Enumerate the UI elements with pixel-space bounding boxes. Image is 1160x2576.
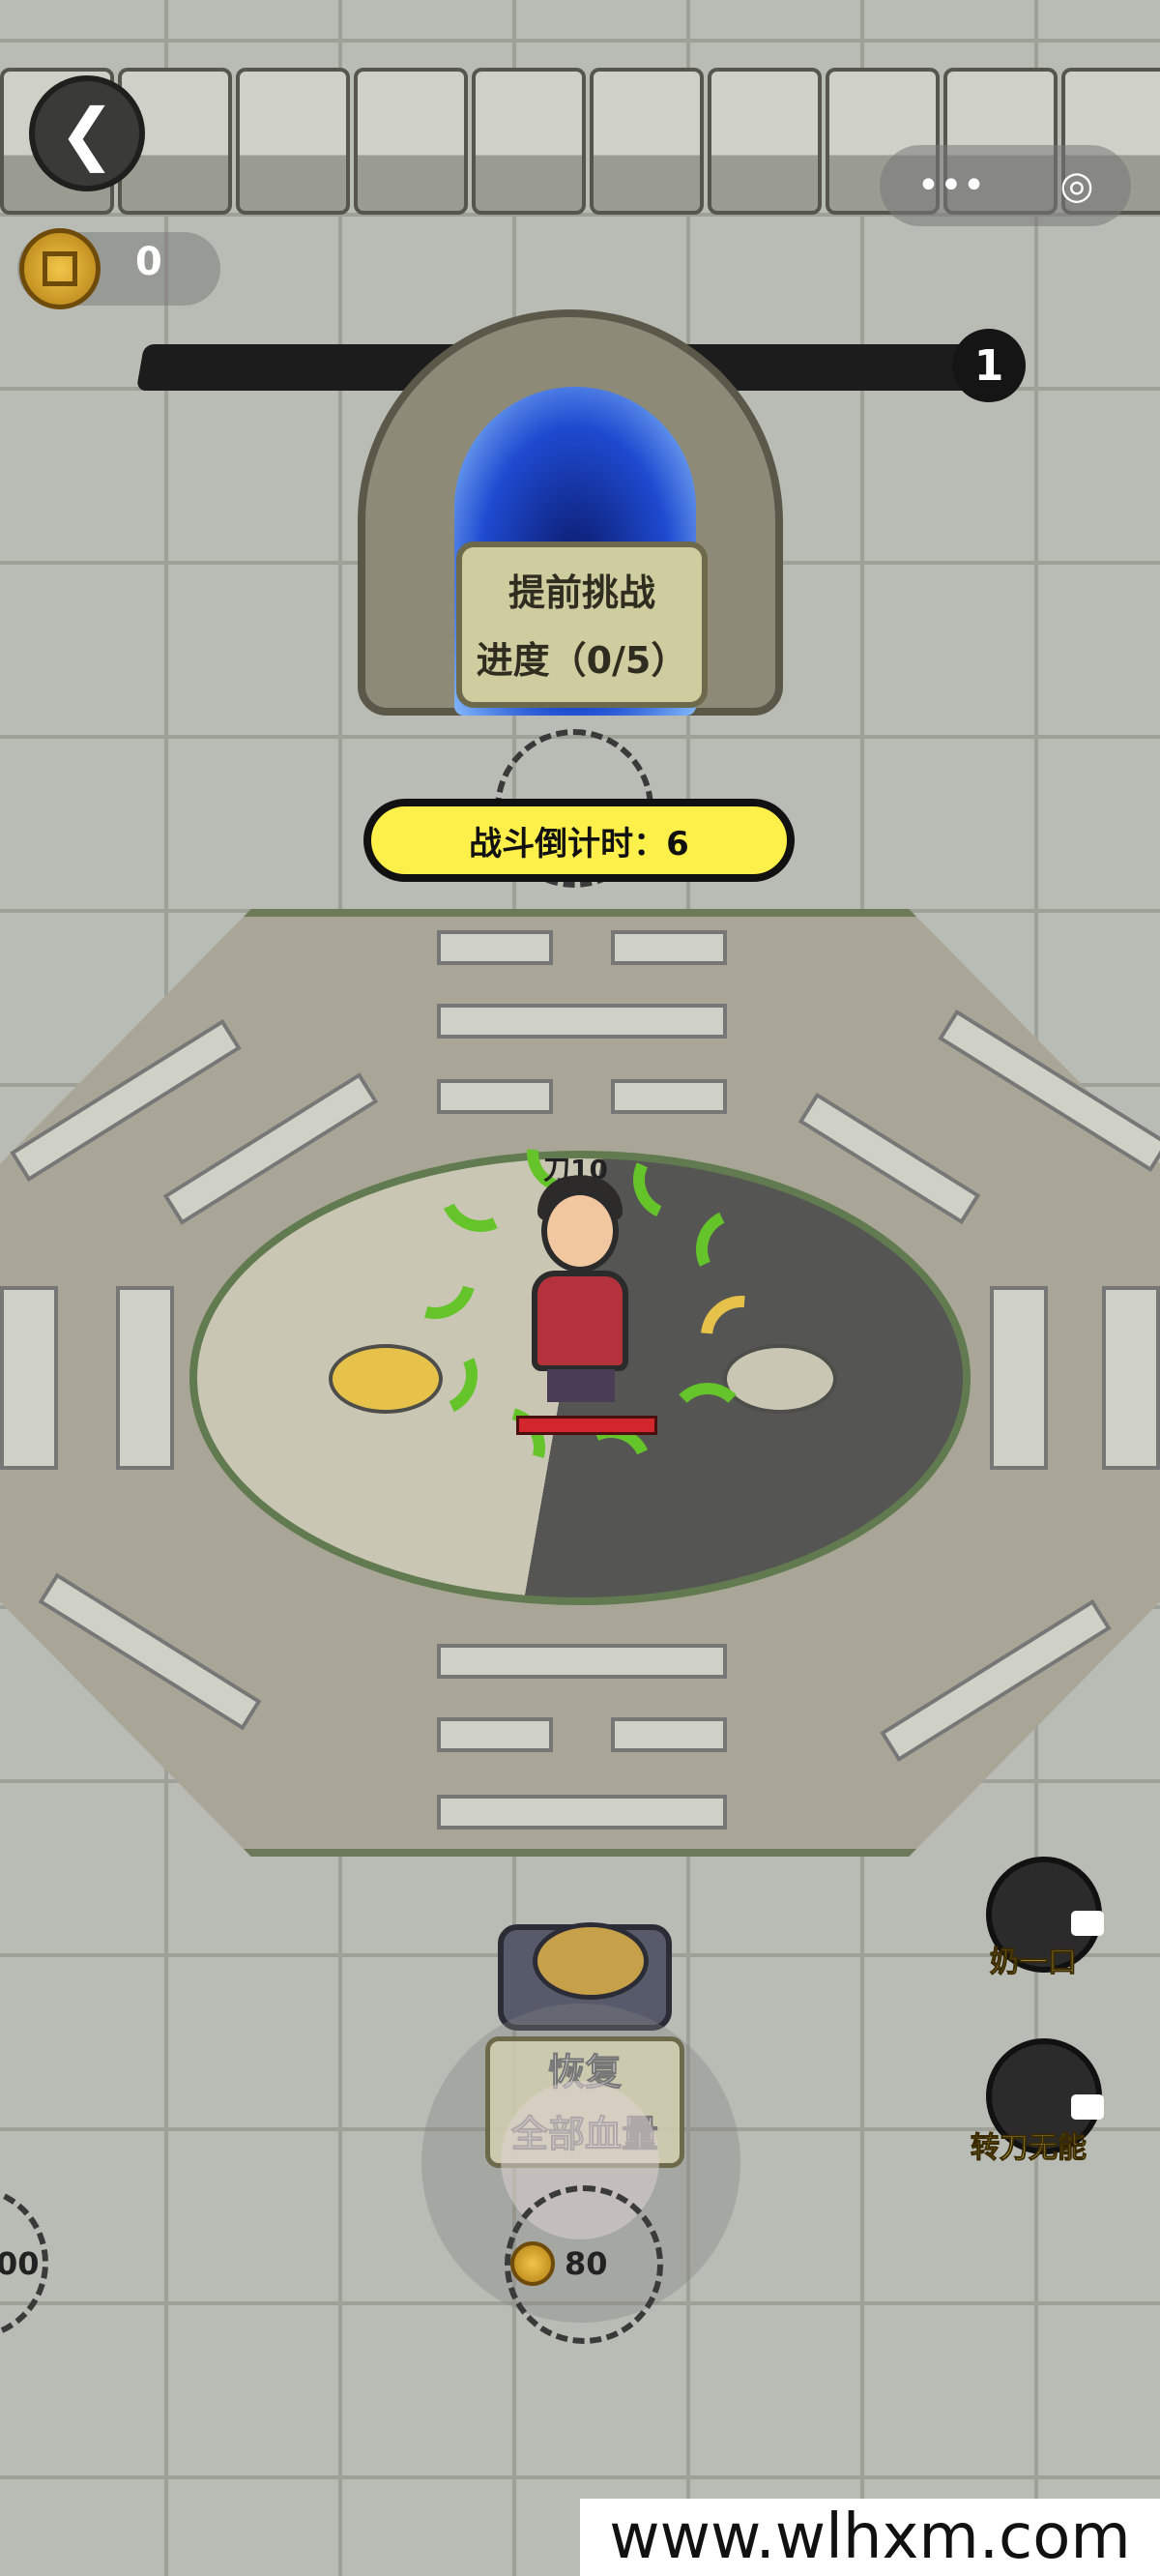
trigram-bar — [437, 1717, 553, 1752]
more-menu-button[interactable]: ••• — [917, 163, 986, 208]
heal-cost: 80 — [510, 2239, 655, 2288]
trigram-bar — [990, 1286, 1048, 1470]
trigram-bar — [611, 1079, 727, 1114]
mini-program-capsule: ••• ◎ — [880, 145, 1131, 226]
challenge-progress: 进度（0/5） — [476, 639, 688, 682]
heal-cost-value: 80 — [565, 2245, 608, 2282]
battle-countdown: 战斗倒计时：6 — [363, 799, 795, 882]
blade-upgrade-ad-label: 转刀无能 — [971, 2131, 1088, 2166]
video-ad-icon — [1071, 1911, 1104, 1936]
wall-pillar — [354, 68, 468, 215]
trigram-bar — [611, 930, 727, 965]
back-arrow-icon: ❮ — [58, 94, 116, 173]
hero-character — [522, 1176, 638, 1412]
hero-legs — [547, 1369, 615, 1402]
offscreen-zone-cost: 00 — [0, 2245, 40, 2282]
trigram-bar — [437, 930, 553, 965]
trigram-bar — [611, 1717, 727, 1752]
trigram-bar — [1102, 1286, 1160, 1470]
trigram-bar — [437, 1795, 727, 1830]
hero-head — [541, 1189, 619, 1273]
game-view: ❮ ••• ◎ 0 1 提前挑战 进度（0/5） 战斗倒计时：6 刀10 奶一口… — [0, 0, 1160, 2576]
coin-icon — [19, 228, 101, 309]
hero-robe — [532, 1271, 628, 1371]
wall-pillar — [236, 68, 350, 215]
watermark: www.wlhxm.com — [580, 2499, 1160, 2576]
wall-pillar — [590, 68, 704, 215]
trigram-bar — [116, 1286, 174, 1470]
coin-count: 0 — [135, 240, 162, 284]
green-blade-icon — [667, 1383, 748, 1464]
trigram-bar — [437, 1079, 553, 1114]
trigram-bar — [0, 1286, 58, 1470]
back-button[interactable]: ❮ — [29, 75, 145, 191]
level-badge: 1 — [952, 329, 1026, 402]
hero-health-bar — [516, 1416, 657, 1435]
well-wheel — [533, 1922, 649, 2000]
close-target-button[interactable]: ◎ — [1060, 163, 1094, 208]
coin-icon — [510, 2241, 555, 2286]
video-ad-icon — [1071, 2094, 1104, 2120]
trigram-bar — [437, 1004, 727, 1039]
early-challenge-button[interactable]: 提前挑战 进度（0/5） — [456, 542, 708, 708]
heal-ad-label: 奶一口 — [990, 1946, 1078, 1980]
trigram-bar — [437, 1644, 727, 1679]
early-challenge-label: 提前挑战 — [508, 571, 655, 614]
wall-pillar — [708, 68, 822, 215]
wall-pillar — [472, 68, 586, 215]
